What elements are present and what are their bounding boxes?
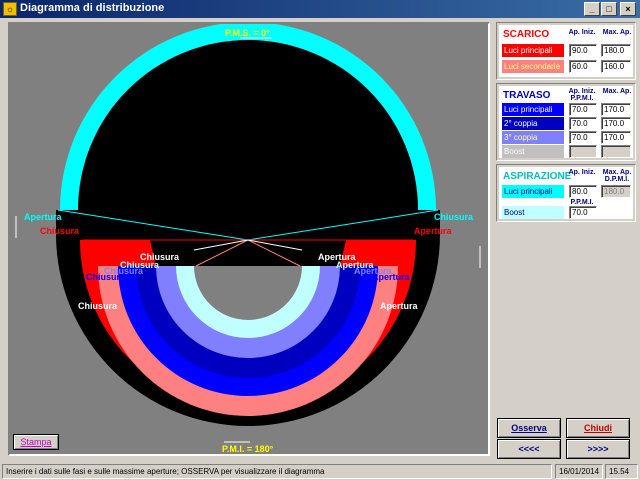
aspirazione-max-ap-0: 180.0 — [601, 185, 631, 198]
scarico-ap-iniz-1[interactable]: 60.0 — [569, 60, 597, 73]
scarico-title: SCARICO — [503, 29, 550, 40]
travaso-row-label-2: 3° coppia — [502, 131, 564, 144]
distribution-diagram: P.M.S. = 0° P.M.I. = 180° Apertura Chius… — [15, 22, 481, 454]
travaso-ap-iniz-0[interactable]: 70.0 — [569, 103, 597, 116]
inner-black-wedge — [150, 240, 346, 266]
aspirazione-panel: ASPIRAZIONE Ap. Iniz. Max. Ap. D.P.M.I. … — [496, 164, 636, 222]
scarico-panel: SCARICO Ap. Iniz. Max. Ap. Luci principa… — [496, 22, 636, 80]
travaso-max-ap-1[interactable]: 170.0 — [601, 117, 631, 130]
travaso-col-ap-iniz: Ap. Iniz. — [568, 88, 596, 95]
print-button[interactable]: Stampa — [13, 434, 59, 450]
prev-button[interactable]: <<<< — [497, 439, 561, 459]
window-title: Diagramma di distribuzione — [20, 2, 165, 14]
status-date: 16/01/2014 — [555, 464, 603, 479]
aspirazione-ap-iniz-0[interactable]: 80.0 — [569, 185, 597, 198]
darkblue-open-label: Apertura — [372, 272, 411, 282]
close-button[interactable]: × — [620, 2, 636, 16]
travaso-max-ap-3 — [601, 145, 631, 158]
app-logo-icon[interactable]: ☼ — [3, 2, 17, 16]
scarico-open-label: Apertura — [414, 226, 453, 236]
scarico-ap-iniz-0[interactable]: 90.0 — [569, 44, 597, 57]
scarico-col-max-ap: Max. Ap. — [602, 29, 632, 36]
pink-open-label: Apertura — [380, 301, 419, 311]
travaso-panel: TRAVASO Ap. Iniz. P.P.M.I. Max. Ap. Luci… — [496, 83, 636, 161]
pms-label: P.M.S. = 0° — [225, 28, 270, 38]
aspirazione-col-ap-iniz: Ap. Iniz. — [568, 169, 596, 176]
aspirazione-ap-iniz-1[interactable]: 70.0 — [569, 206, 597, 219]
black-top-area — [56, 40, 440, 234]
aspirazione-title: ASPIRAZIONE — [503, 171, 572, 182]
scarico-col-ap-iniz: Ap. Iniz. — [568, 29, 596, 36]
diagram-canvas: P.M.S. = 0° P.M.I. = 180° Apertura Chius… — [8, 22, 490, 456]
travaso-row-label-1: 2° coppia — [502, 117, 564, 130]
title-bar: ☼ Diagramma di distribuzione _ □ × — [0, 0, 640, 18]
travaso-col-ppmi: P.P.M.I. — [570, 95, 594, 102]
scarico-max-ap-0[interactable]: 180.0 — [601, 44, 631, 57]
aspirazione-panel-body: ASPIRAZIONE Ap. Iniz. Max. Ap. D.P.M.I. … — [499, 167, 633, 219]
travaso-title: TRAVASO — [503, 90, 551, 101]
aspirazione-close-label: Chiusura — [434, 212, 474, 222]
aspirazione-col-dpmi: D.P.M.I. — [604, 176, 630, 183]
scarico-max-ap-1[interactable]: 160.0 — [601, 60, 631, 73]
travaso-ap-iniz-2[interactable]: 70.0 — [569, 131, 597, 144]
minimize-button[interactable]: _ — [584, 2, 600, 16]
travaso-ap-iniz-1[interactable]: 70.0 — [569, 117, 597, 130]
status-bar: Inserire i dati sulle fasi e sulle massi… — [0, 462, 640, 480]
chiudi-button[interactable]: Chiudi — [566, 418, 630, 438]
aspirazione-open-label: Apertura — [24, 212, 63, 222]
aspirazione-col-max-ap: Max. Ap. — [602, 169, 632, 176]
travaso-ap-iniz-3 — [569, 145, 597, 158]
maximize-button[interactable]: □ — [601, 2, 617, 16]
travaso-max-ap-2[interactable]: 170.0 — [601, 131, 631, 144]
travaso-col-max-ap: Max. Ap. — [602, 88, 632, 95]
status-time: 15.54 — [605, 464, 638, 479]
next-button[interactable]: >>>> — [566, 439, 630, 459]
scarico-row-label-0: Luci principali — [502, 44, 564, 57]
scarico-close-label: Chiusura — [40, 226, 80, 236]
aspirazione-row-label-0: Luci principali — [502, 185, 564, 198]
travaso-panel-body: TRAVASO Ap. Iniz. P.P.M.I. Max. Ap. Luci… — [499, 86, 633, 158]
main-window: ☼ Diagramma di distribuzione _ □ × P.M.S… — [0, 0, 640, 480]
osserva-button[interactable]: Osserva — [497, 418, 561, 438]
aspirazione-ppmi-label: P.P.M.I. — [570, 199, 594, 206]
travaso-row-label-0: Luci principali — [502, 103, 564, 116]
status-message: Inserire i dati sulle fasi e sulle massi… — [2, 464, 552, 479]
pmi-label: P.M.I. = 180° — [222, 444, 274, 454]
scarico-panel-body: SCARICO Ap. Iniz. Max. Ap. Luci principa… — [499, 25, 633, 77]
scarico-row-label-1: Luci secondarie — [502, 60, 564, 73]
pink-close-label: Chiusura — [78, 301, 118, 311]
travaso-max-ap-0[interactable]: 170.0 — [601, 103, 631, 116]
aspirazione-row-label-1: Boost — [502, 206, 564, 219]
travaso-row-label-3: Boost — [502, 145, 564, 158]
darkblue-close-label: Chiusura — [86, 272, 126, 282]
